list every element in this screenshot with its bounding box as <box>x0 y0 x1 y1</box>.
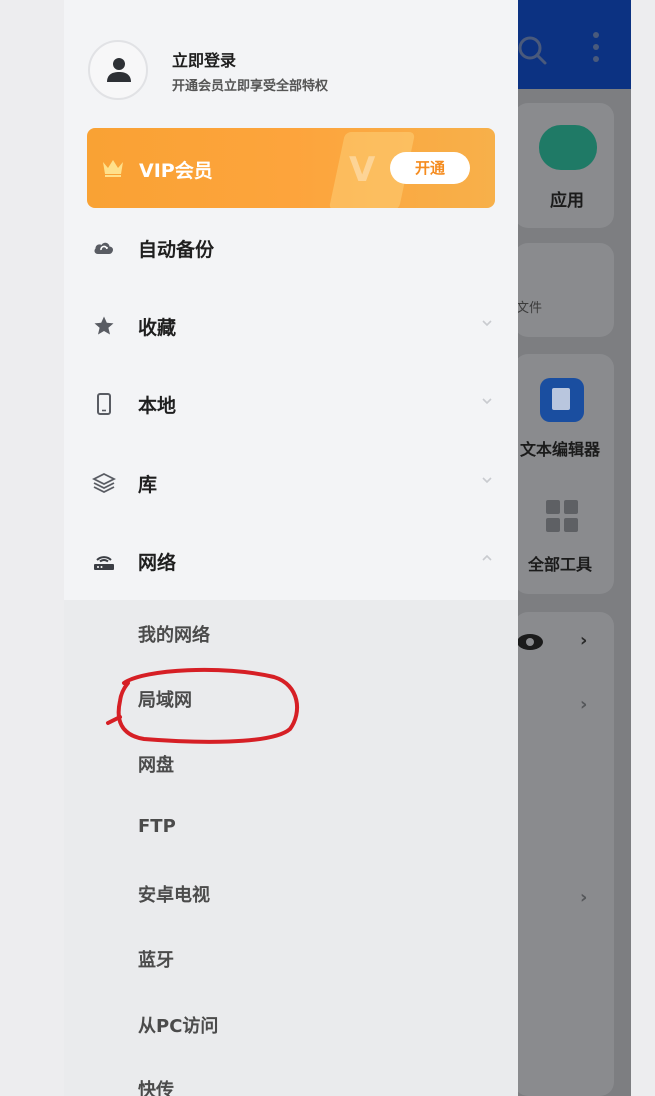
network-item-android-tv[interactable]: 安卓电视 <box>138 881 210 907</box>
network-item-quick-transfer[interactable]: 快传 <box>138 1076 174 1096</box>
star-icon <box>94 316 114 335</box>
menu-item-label: 库 <box>138 474 158 496</box>
menu-item-label: 网络 <box>138 552 177 574</box>
network-item-cloud-drive[interactable]: 网盘 <box>138 751 174 777</box>
files-label: 文件 <box>516 301 543 316</box>
menu-item-favorites[interactable]: 收藏 <box>64 296 518 356</box>
chevron-right-icon[interactable]: › <box>580 887 587 908</box>
menu-item-local[interactable]: 本地 <box>64 374 518 434</box>
cloud-sync-icon <box>94 242 114 254</box>
network-item-ftp[interactable]: FTP <box>138 816 176 837</box>
chevron-right-icon[interactable]: › <box>580 694 587 715</box>
chevron-down-icon[interactable] <box>480 316 494 330</box>
network-item-bluetooth[interactable]: 蓝牙 <box>138 946 174 972</box>
menu-item-label: 本地 <box>138 395 177 417</box>
network-item-my-network[interactable]: 我的网络 <box>138 621 210 647</box>
annotation-circle <box>106 667 299 744</box>
bg-card-files <box>514 243 614 337</box>
all-tools-label: 全部工具 <box>528 555 593 574</box>
phone-icon <box>97 393 111 415</box>
text-editor-icon[interactable] <box>540 378 584 422</box>
network-item-pc-access[interactable]: 从PC访问 <box>138 1012 218 1038</box>
chevron-down-icon[interactable] <box>480 473 494 487</box>
layers-icon <box>92 472 116 494</box>
login-subtitle: 开通会员立即享受全部特权 <box>172 79 329 94</box>
menu-item-label: 自动备份 <box>138 239 215 261</box>
chevron-down-icon[interactable] <box>480 394 494 408</box>
chevron-right-icon[interactable]: › <box>580 630 587 651</box>
apps-label: 应用 <box>550 191 584 211</box>
search-icon[interactable] <box>516 34 548 66</box>
text-editor-label: 文本编辑器 <box>520 440 601 459</box>
chevron-up-icon[interactable] <box>480 551 494 565</box>
eye-icon[interactable] <box>516 633 544 651</box>
more-options-icon[interactable] <box>590 32 602 66</box>
all-tools-icon[interactable] <box>546 500 578 532</box>
login-title[interactable]: 立即登录 <box>172 47 236 71</box>
menu-item-auto-backup[interactable]: 自动备份 <box>64 218 518 278</box>
crown-icon <box>103 160 123 177</box>
menu-item-label: 收藏 <box>138 317 177 339</box>
android-app-icon[interactable] <box>539 125 597 170</box>
menu-item-network[interactable]: 网络 <box>64 531 518 591</box>
user-icon <box>107 58 131 82</box>
vip-label: VIP会员 <box>139 160 213 182</box>
vip-open-button[interactable]: 开通 <box>390 152 470 184</box>
router-icon <box>94 556 114 570</box>
avatar[interactable] <box>88 40 148 100</box>
navigation-drawer: 立即登录 开通会员立即享受全部特权 V VIP会员 开通 自动备份 收藏 本地 … <box>64 0 518 1096</box>
menu-item-library[interactable]: 库 <box>64 453 518 513</box>
vip-banner[interactable]: V VIP会员 开通 <box>87 128 495 208</box>
vip-decoration-v: V <box>349 150 376 190</box>
bg-card-list <box>514 612 614 1096</box>
